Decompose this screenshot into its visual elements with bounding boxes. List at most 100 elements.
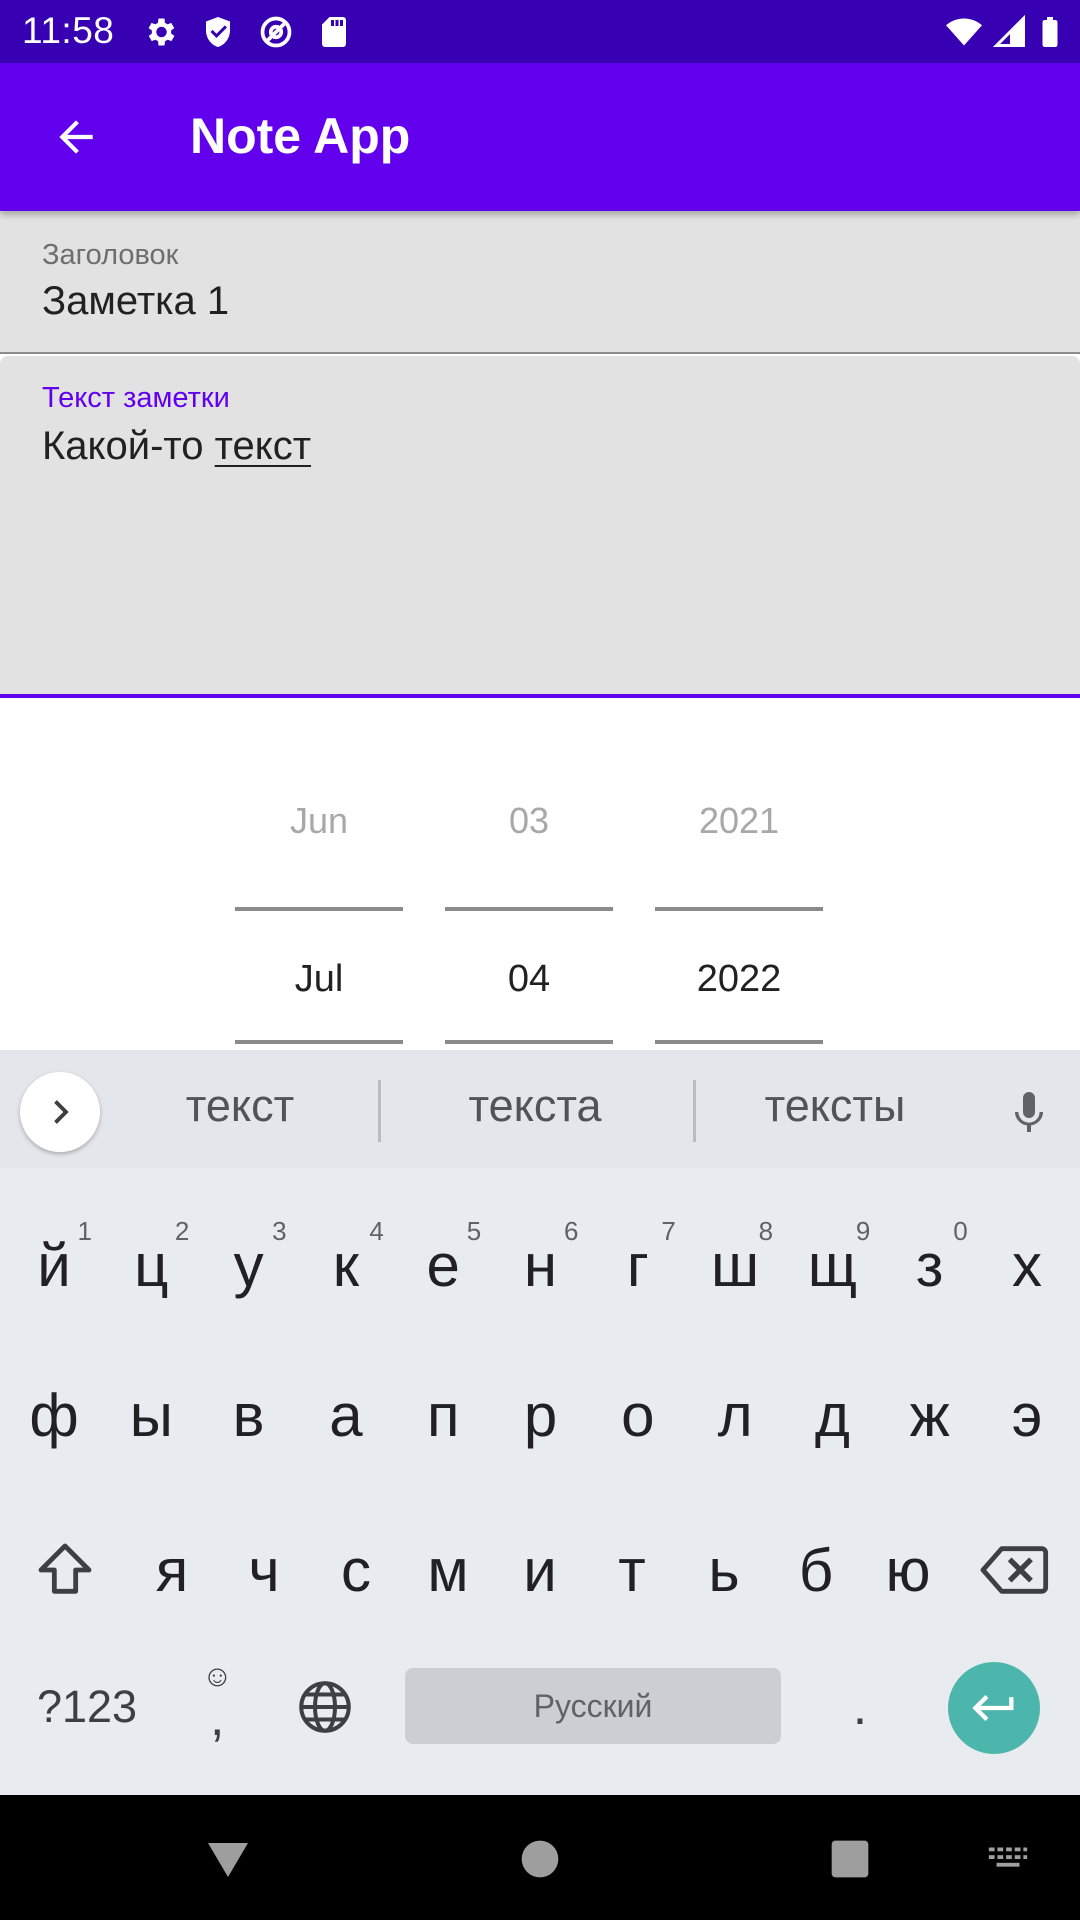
key[interactable]: о <box>590 1350 686 1480</box>
key-label: и <box>523 1536 557 1604</box>
key-hint: 9 <box>855 1216 871 1246</box>
key[interactable]: х <box>979 1200 1075 1330</box>
nav-home-button[interactable] <box>508 1827 572 1891</box>
year-current[interactable]: 2022 <box>655 958 823 1001</box>
arrow-back-icon <box>59 120 93 154</box>
day-spinner[interactable]: 03 04 <box>445 700 613 1050</box>
key-label: х <box>1012 1231 1042 1299</box>
voice-input-button[interactable] <box>1003 1086 1055 1138</box>
key[interactable]: ж <box>882 1350 978 1480</box>
day-prev[interactable]: 03 <box>445 800 613 842</box>
note-title-label: Заголовок <box>42 239 179 271</box>
shift-key[interactable] <box>25 1520 105 1620</box>
key-label: ю <box>885 1536 931 1604</box>
year-spinner[interactable]: 2021 2022 <box>655 700 823 1050</box>
chevron-right-icon <box>54 1100 69 1124</box>
nav-back-button[interactable] <box>196 1827 260 1891</box>
note-text-input[interactable]: Какой-то текст <box>42 424 311 469</box>
key[interactable]: л <box>687 1350 783 1480</box>
key[interactable]: с <box>308 1505 404 1635</box>
key[interactable]: д <box>784 1350 880 1480</box>
key[interactable]: е5 <box>395 1200 491 1330</box>
key[interactable]: м <box>400 1505 496 1635</box>
key[interactable]: э <box>979 1350 1075 1480</box>
key[interactable]: ц2 <box>103 1200 199 1330</box>
shift-icon <box>38 1543 92 1594</box>
key-label: ч <box>248 1536 280 1604</box>
divider <box>655 907 823 911</box>
note-text-composing-word: текст <box>214 424 312 468</box>
key[interactable]: п <box>395 1350 491 1480</box>
key[interactable]: ы <box>103 1350 199 1480</box>
key[interactable]: а <box>298 1350 394 1480</box>
key[interactable]: и <box>492 1505 588 1635</box>
key[interactable]: ю <box>860 1505 956 1635</box>
sd-card-icon <box>314 12 354 52</box>
key-label: д <box>814 1381 850 1449</box>
note-text-field[interactable]: Текст заметки Какой-то текст <box>0 356 1080 698</box>
key-label: о <box>621 1381 655 1449</box>
key[interactable]: в <box>201 1350 297 1480</box>
recents-square-icon <box>831 1840 869 1878</box>
key[interactable]: ь <box>676 1505 772 1635</box>
note-title-field[interactable]: Заголовок Заметка 1 <box>0 211 1080 354</box>
key-label: н <box>523 1231 558 1299</box>
key[interactable]: й1 <box>6 1200 102 1330</box>
month-spinner[interactable]: Jun Jul <box>235 700 403 1050</box>
key-label: е <box>426 1231 460 1299</box>
backspace-icon <box>980 1546 1049 1594</box>
key[interactable]: ч <box>216 1505 312 1635</box>
key[interactable]: б <box>768 1505 864 1635</box>
backspace-key[interactable] <box>975 1520 1055 1620</box>
key[interactable]: т <box>584 1505 680 1635</box>
divider <box>693 1080 696 1142</box>
key-label: у <box>233 1231 264 1299</box>
nav-keyboard-switch-button[interactable] <box>976 1827 1040 1891</box>
year-prev[interactable]: 2021 <box>655 800 823 842</box>
key-label: ь <box>708 1536 740 1604</box>
period-key[interactable]: . <box>830 1652 890 1762</box>
nav-recents-button[interactable] <box>818 1827 882 1891</box>
expand-toolbar-button[interactable] <box>20 1072 100 1152</box>
key[interactable]: у3 <box>201 1200 297 1330</box>
suggestion-1[interactable]: текст <box>140 1080 340 1132</box>
month-current[interactable]: Jul <box>235 958 403 1001</box>
language-switch-key[interactable] <box>285 1670 365 1744</box>
wifi-icon <box>944 12 984 52</box>
month-prev[interactable]: Jun <box>235 800 403 842</box>
cell-signal-icon <box>990 12 1030 52</box>
space-key[interactable]: Русский <box>405 1668 781 1744</box>
key[interactable]: з0 <box>882 1200 978 1330</box>
note-title-input[interactable]: Заметка 1 <box>42 279 229 324</box>
status-time: 11:58 <box>22 10 115 51</box>
suggestion-2[interactable]: текста <box>430 1080 640 1132</box>
enter-key[interactable] <box>948 1662 1040 1754</box>
key-hint: 6 <box>564 1216 579 1246</box>
key-hint: 1 <box>77 1216 92 1246</box>
key[interactable]: н6 <box>493 1200 589 1330</box>
comma-label: , <box>210 1689 225 1747</box>
key-label: т <box>618 1536 646 1604</box>
key[interactable]: ф <box>6 1350 102 1480</box>
day-current[interactable]: 04 <box>445 958 613 1001</box>
key-label: ж <box>909 1381 950 1449</box>
key[interactable]: г7 <box>590 1200 686 1330</box>
key[interactable]: р <box>493 1350 589 1480</box>
divider <box>445 1040 613 1044</box>
back-button[interactable] <box>38 99 114 175</box>
key[interactable]: к4 <box>298 1200 394 1330</box>
key[interactable]: ш8 <box>687 1200 783 1330</box>
key-hint: 2 <box>174 1216 190 1246</box>
suggestion-3[interactable]: тексты <box>730 1080 940 1132</box>
app-bar: Note App <box>0 63 1080 211</box>
divider <box>378 1080 381 1142</box>
settings-icon <box>140 12 180 52</box>
key-label: а <box>329 1381 363 1449</box>
symbols-key[interactable]: ?123 <box>22 1670 152 1744</box>
comma-key[interactable]: ☺ , <box>180 1652 260 1762</box>
key[interactable]: щ9 <box>784 1200 880 1330</box>
key-hint: 7 <box>661 1216 676 1246</box>
divider <box>445 907 613 911</box>
key-label: г <box>626 1231 649 1299</box>
key[interactable]: я <box>124 1505 220 1635</box>
